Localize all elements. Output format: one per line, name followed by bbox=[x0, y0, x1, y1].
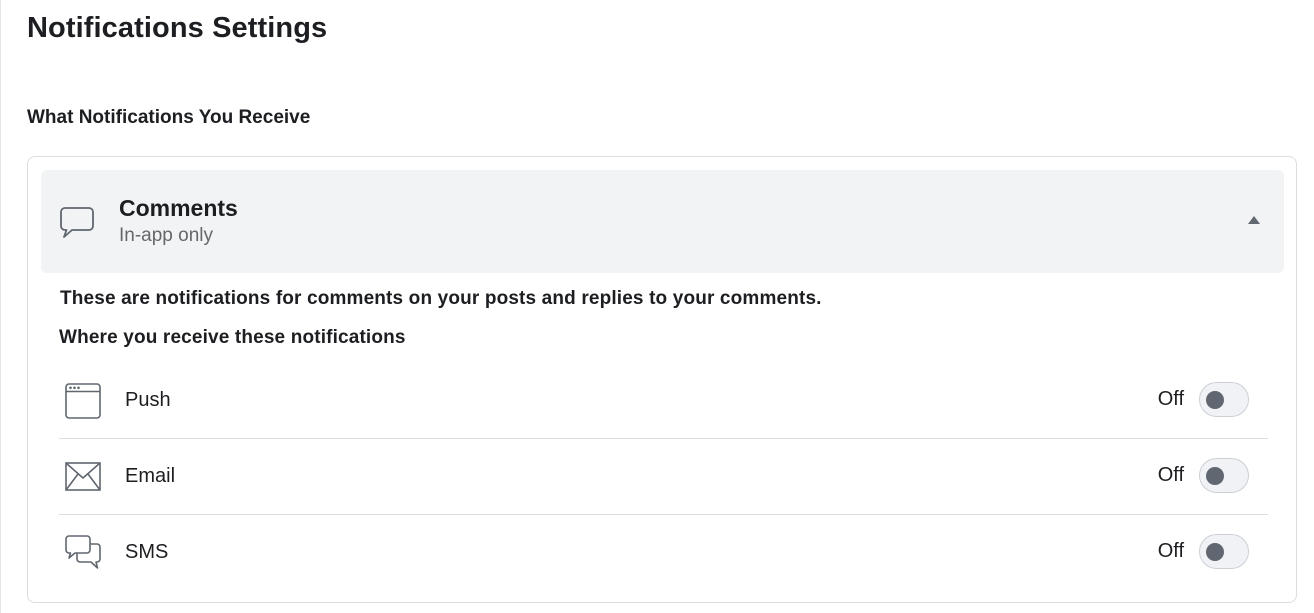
channel-row-sms: SMS Off bbox=[59, 515, 1268, 591]
email-toggle[interactable] bbox=[1199, 458, 1249, 493]
category-title: Comments bbox=[119, 195, 238, 221]
channel-label-sms: SMS bbox=[125, 541, 169, 563]
channel-state-sms: Off bbox=[1157, 540, 1184, 562]
comments-notification-card: Comments In-app only These are notificat… bbox=[27, 156, 1297, 603]
page-title: Notifications Settings bbox=[27, 12, 328, 44]
delivery-channels-title: Where you receive these notifications bbox=[59, 327, 406, 348]
speech-bubble-icon bbox=[60, 207, 94, 238]
toggle-knob bbox=[1206, 467, 1224, 485]
channel-row-push: Push Off bbox=[59, 363, 1268, 439]
chat-bubbles-icon bbox=[65, 535, 101, 569]
channel-state-push: Off bbox=[1157, 388, 1184, 410]
toggle-knob bbox=[1206, 391, 1224, 409]
notifications-settings-page: Notifications Settings What Notification… bbox=[0, 0, 1314, 613]
category-description: These are notifications for comments on … bbox=[60, 288, 822, 309]
section-title: What Notifications You Receive bbox=[27, 107, 311, 128]
browser-window-icon bbox=[65, 383, 101, 419]
channel-state-email: Off bbox=[1157, 464, 1184, 486]
caret-up-icon[interactable] bbox=[1247, 215, 1261, 225]
channel-label-push: Push bbox=[125, 389, 171, 411]
sms-toggle[interactable] bbox=[1199, 534, 1249, 569]
envelope-icon bbox=[65, 462, 101, 491]
push-toggle[interactable] bbox=[1199, 382, 1249, 417]
channel-label-email: Email bbox=[125, 465, 176, 487]
comments-category-header[interactable]: Comments In-app only bbox=[41, 170, 1284, 273]
toggle-knob bbox=[1206, 543, 1224, 561]
channel-row-email: Email Off bbox=[59, 439, 1268, 515]
category-subtitle: In-app only bbox=[119, 225, 214, 246]
